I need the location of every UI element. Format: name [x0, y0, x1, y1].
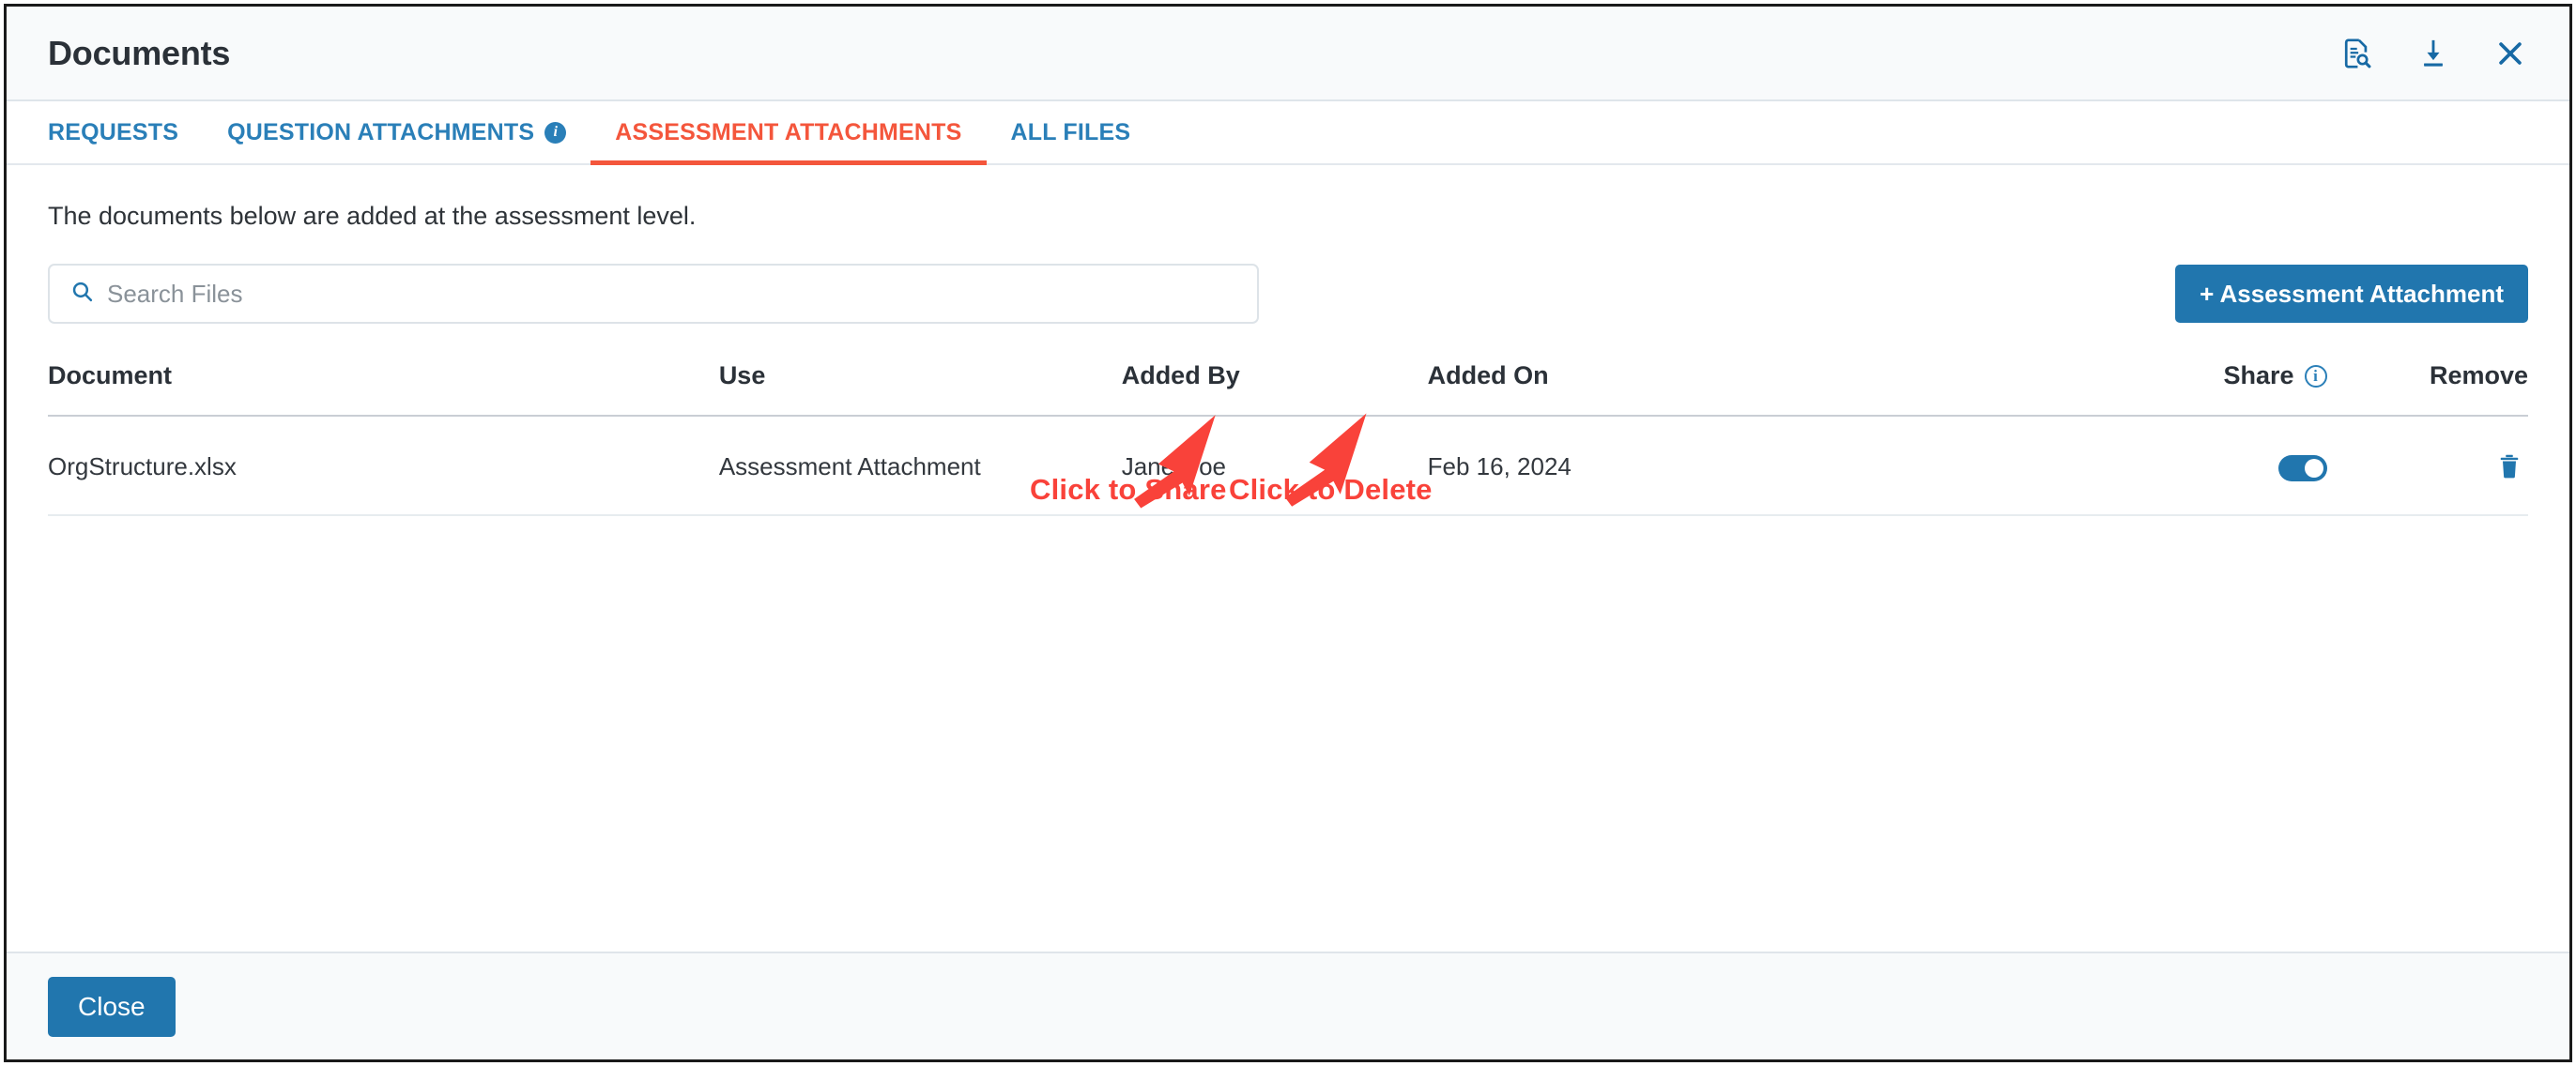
modal-footer: Close	[7, 952, 2569, 1059]
tab-requests-label: REQUESTS	[48, 118, 179, 145]
column-header-remove: Remove	[2326, 361, 2528, 417]
cell-added-by: Jane Doe	[1121, 416, 1428, 516]
cell-use: Assessment Attachment	[718, 416, 1122, 516]
column-header-use: Use	[718, 361, 1122, 417]
share-toggle[interactable]	[2277, 454, 2327, 481]
search-files-box[interactable]	[48, 264, 1259, 324]
files-table: Document Use Added By Added On Share i R…	[48, 361, 2528, 516]
close-button[interactable]: Close	[48, 976, 176, 1037]
modal-body: The documents below are added at the ass…	[7, 165, 2569, 952]
header-actions	[2337, 34, 2530, 73]
column-header-added-by: Added By	[1121, 361, 1428, 417]
documents-modal: Documents REQUESTS QUESTION ATTACHMENTS …	[4, 4, 2572, 1062]
download-icon[interactable]	[2414, 34, 2453, 73]
tab-question-attachments[interactable]: QUESTION ATTACHMENTS i	[203, 101, 590, 163]
table-header-row: Document Use Added By Added On Share i R…	[48, 361, 2528, 417]
document-preview-icon[interactable]	[2337, 34, 2376, 73]
tab-bar: REQUESTS QUESTION ATTACHMENTS i ASSESSME…	[7, 101, 2569, 165]
helper-text: The documents below are added at the ass…	[48, 202, 697, 230]
cell-share	[1870, 416, 2327, 516]
page-title: Documents	[48, 33, 231, 72]
column-header-document: Document	[48, 361, 719, 417]
trash-icon[interactable]	[2491, 448, 2528, 485]
add-assessment-attachment-button[interactable]: + Assessment Attachment	[2175, 265, 2528, 323]
tab-all-files-label: ALL FILES	[1010, 118, 1131, 145]
tab-assessment-attachments[interactable]: ASSESSMENT ATTACHMENTS	[590, 101, 987, 165]
table-row: OrgStructure.xlsx Assessment Attachment …	[48, 416, 2528, 516]
cell-added-on: Feb 16, 2024	[1427, 416, 1871, 516]
share-toggle-knob	[2304, 458, 2323, 478]
tab-question-attachments-label: QUESTION ATTACHMENTS	[227, 118, 535, 145]
column-header-added-on: Added On	[1427, 361, 1871, 417]
tab-all-files[interactable]: ALL FILES	[987, 101, 1156, 163]
tab-requests[interactable]: REQUESTS	[48, 101, 203, 163]
column-header-share-label: Share	[2223, 361, 2294, 389]
column-header-share: Share i	[1870, 361, 2327, 417]
share-info-icon[interactable]: i	[2304, 364, 2327, 388]
search-icon	[70, 280, 94, 308]
tools-row: + Assessment Attachment	[48, 264, 2528, 324]
search-input[interactable]	[107, 279, 1236, 309]
cell-document: OrgStructure.xlsx	[48, 416, 719, 516]
tab-assessment-attachments-label: ASSESSMENT ATTACHMENTS	[615, 118, 962, 145]
close-icon[interactable]	[2491, 34, 2530, 73]
modal-header: Documents	[7, 7, 2569, 101]
info-icon[interactable]: i	[544, 121, 567, 144]
cell-remove	[2326, 416, 2528, 516]
